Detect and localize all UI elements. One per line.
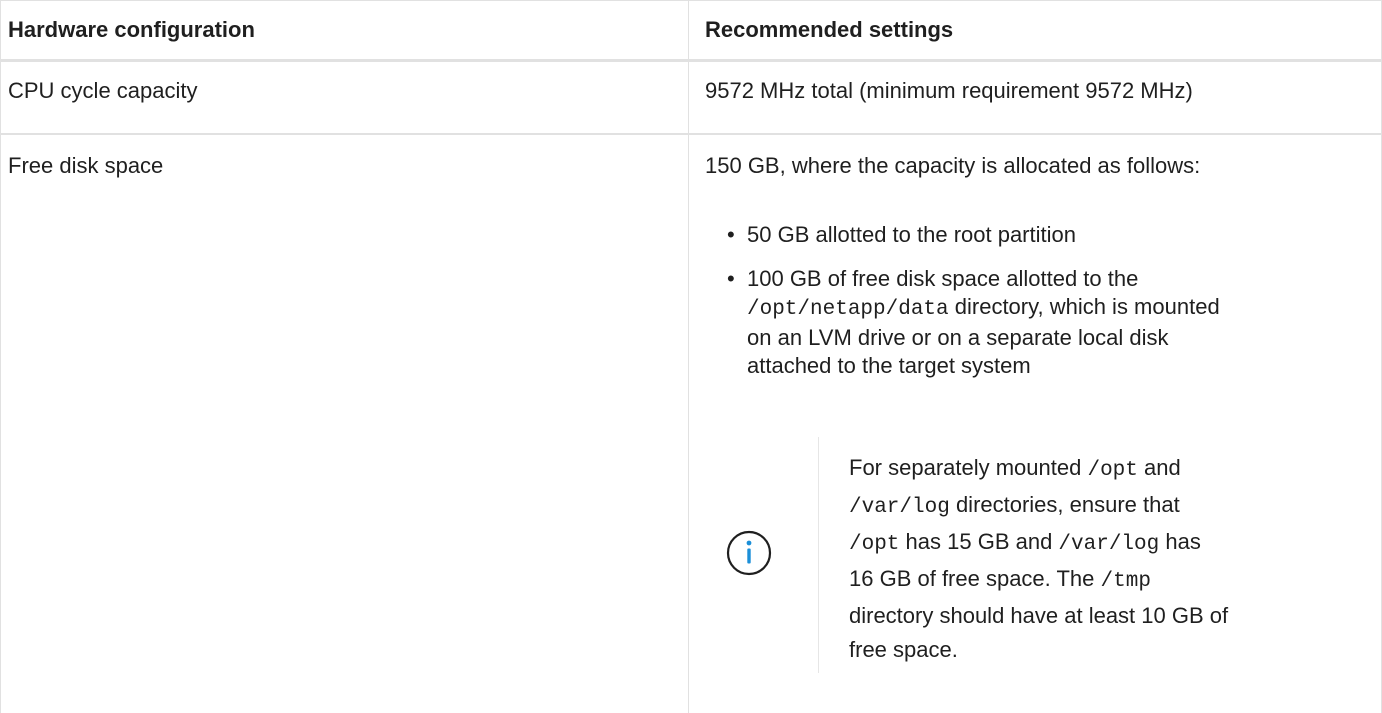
code-path-tmp: /tmp <box>1100 570 1151 593</box>
list-item-text-line2: on an LVM drive or on a separate local d… <box>747 325 1169 350</box>
note-text-segment: and <box>1137 455 1181 480</box>
code-path-opt: /opt <box>1087 459 1138 482</box>
list-item-text: 50 GB allotted to the root partition <box>747 222 1076 247</box>
list-item-text-line3: attached to the target system <box>747 353 1031 378</box>
cpu-label: CPU cycle capacity <box>8 78 198 103</box>
code-path-var-log: /var/log <box>1058 533 1160 556</box>
bullet-icon: • <box>727 266 735 291</box>
cpu-value: 9572 MHz total (minimum requirement 9572… <box>705 78 1193 103</box>
disk-allocation-list: • 50 GB allotted to the root partition •… <box>725 221 1365 396</box>
table-row-disk: Free disk space 150 GB, where the capaci… <box>0 135 1382 713</box>
list-item-root-partition: • 50 GB allotted to the root partition <box>725 221 1365 249</box>
note-text-segment: has <box>1159 529 1201 554</box>
note-text-segment: has 15 GB and <box>899 529 1059 554</box>
code-path-data-directory: /opt/netapp/data <box>747 298 949 321</box>
note-text-segment: free space. <box>849 637 958 662</box>
table-header-row: Hardware configuration Recommended setti… <box>0 0 1382 62</box>
code-path-opt: /opt <box>849 533 900 556</box>
header-recommended-settings: Recommended settings <box>705 17 954 42</box>
note-text: For separately mounted /opt and /var/log… <box>849 451 1319 667</box>
list-item-text-pre: 100 GB of free disk space allotted to th… <box>747 266 1139 291</box>
header-hardware-configuration: Hardware configuration <box>8 17 255 42</box>
list-item-text-post: directory, which is mounted <box>948 294 1220 319</box>
note-divider <box>818 437 819 673</box>
code-path-var-log: /var/log <box>849 496 950 519</box>
list-item-data-directory: • 100 GB of free disk space allotted to … <box>725 265 1365 380</box>
bullet-icon: • <box>727 222 735 247</box>
note-text-segment: directory should have at least 10 GB of <box>849 603 1229 628</box>
disk-intro: 150 GB, where the capacity is allocated … <box>705 153 1201 178</box>
hardware-requirements-table: Hardware configuration Recommended setti… <box>0 0 1382 713</box>
disk-label: Free disk space <box>8 153 164 178</box>
note-text-segment: 16 GB of free space. The <box>849 566 1101 591</box>
info-icon <box>726 530 772 576</box>
note-text-segment: directories, ensure that <box>949 492 1180 517</box>
table-row-cpu: CPU cycle capacity 9572 MHz total (minim… <box>0 62 1382 135</box>
note-text-segment: For separately mounted <box>849 455 1088 480</box>
info-note: For separately mounted /opt and /var/log… <box>715 437 1375 673</box>
